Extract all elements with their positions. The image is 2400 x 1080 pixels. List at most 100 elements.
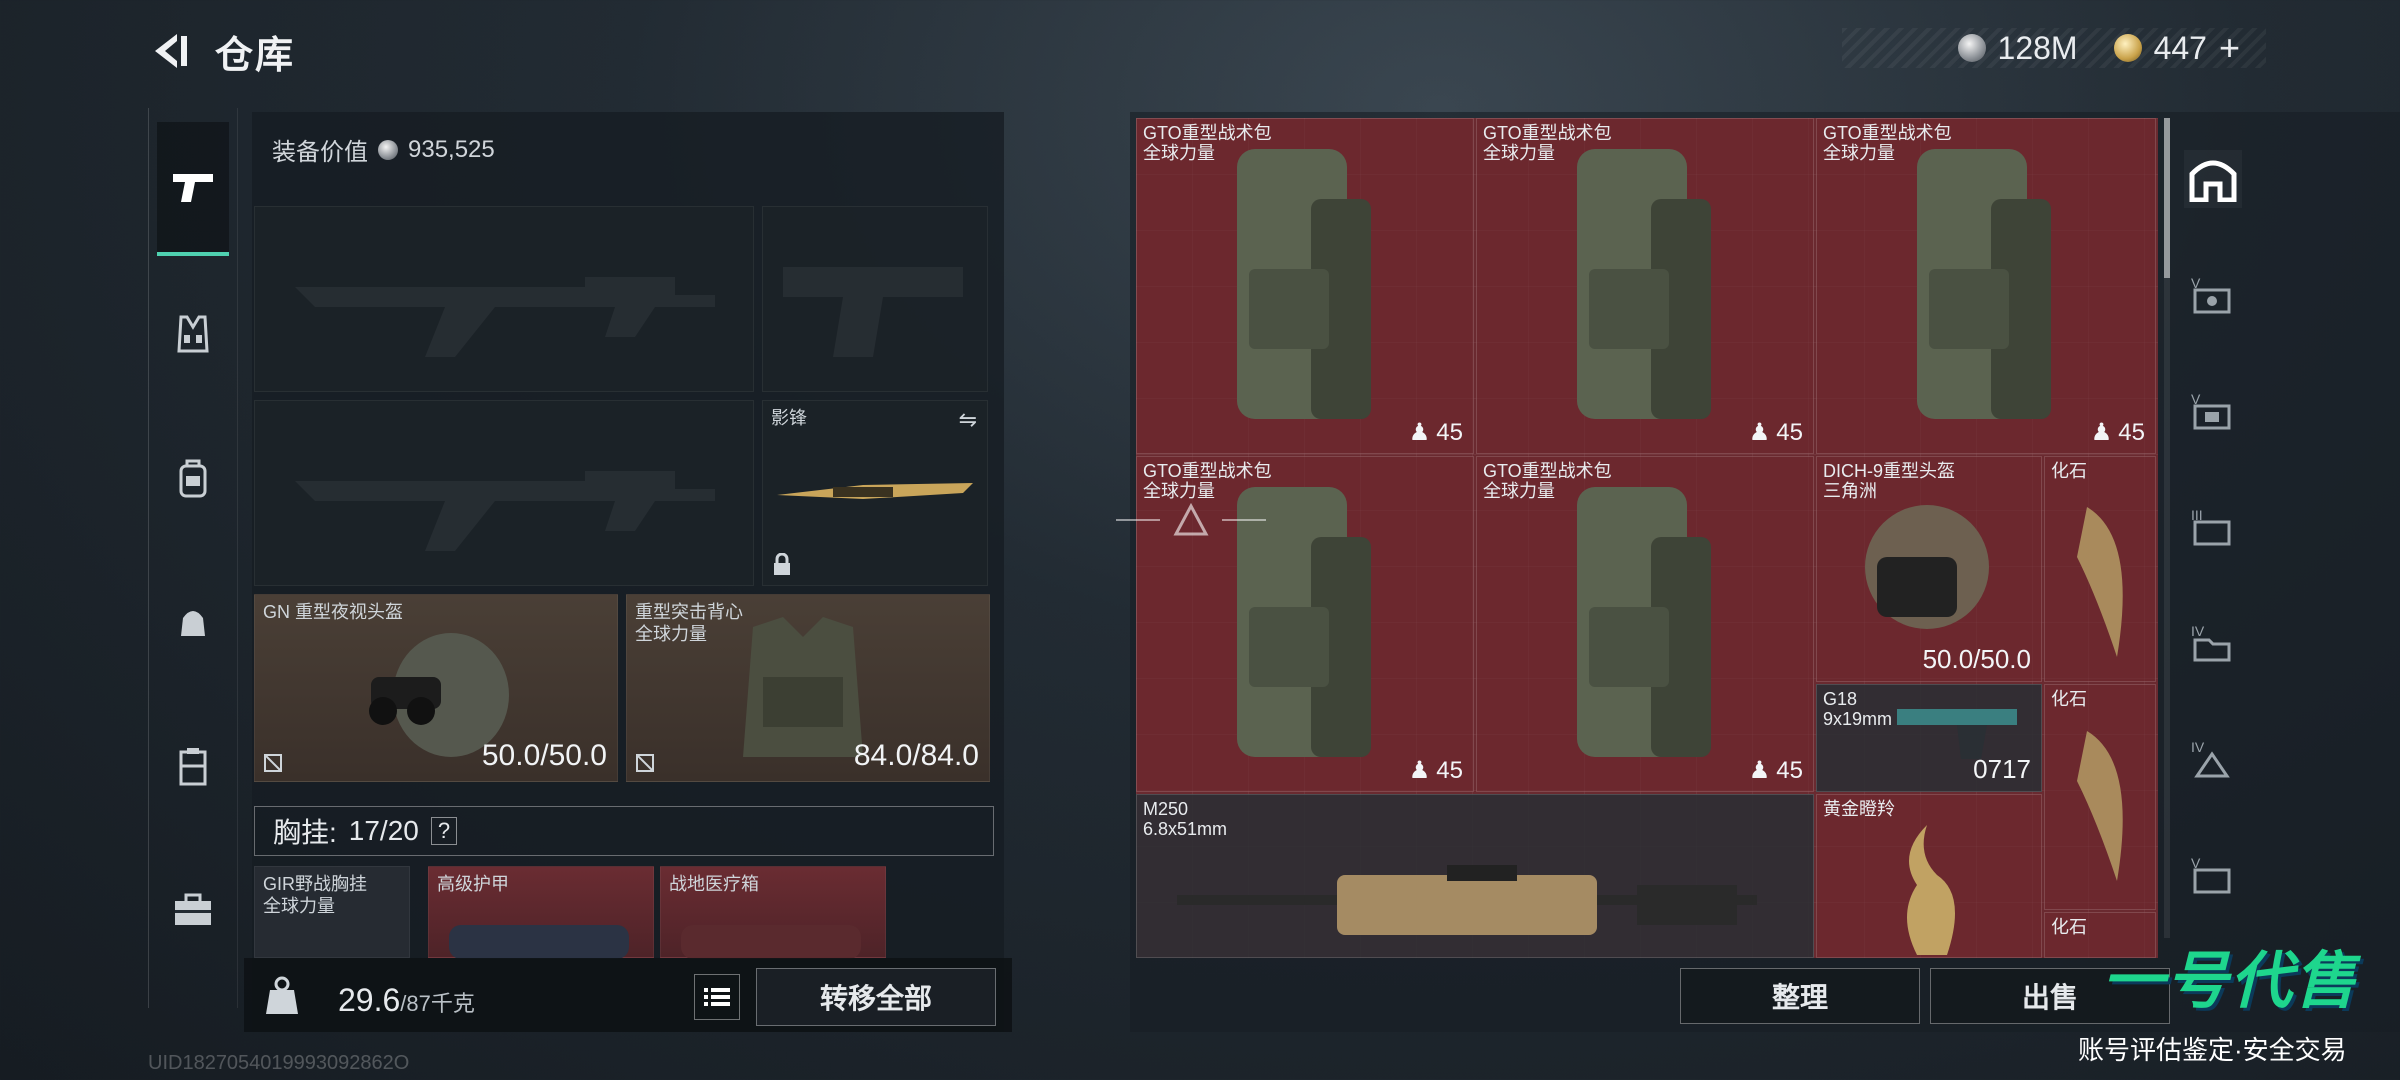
stash-item-backpack[interactable]: GTO重型战术包 全球力量 ♟ 45 (1816, 118, 2156, 454)
nav-pouch[interactable] (157, 586, 229, 658)
helmet-slot[interactable]: GN 重型夜视头盔 50.0/50.0 (254, 594, 618, 782)
category-iv-triangle[interactable]: IV (2184, 730, 2242, 788)
item-stack: 45 (1776, 756, 1803, 784)
vest-icon (177, 315, 209, 353)
category-v-misc[interactable]: V (2184, 846, 2242, 904)
stash-item-fossil[interactable]: 化石 (2044, 456, 2156, 682)
list-view-button[interactable] (694, 974, 740, 1020)
secondary-weapon-slot[interactable] (254, 400, 754, 586)
stash-item-backpack[interactable]: GTO重型战术包 全球力量 ♟ 45 (1476, 456, 1814, 792)
nav-container[interactable] (157, 730, 229, 802)
item-durability: 50.0/50.0 (1922, 644, 2031, 674)
sort-button[interactable]: 整理 (1680, 968, 1920, 1024)
stack-icon: ♟ (1748, 419, 1771, 446)
stack-icon: ♟ (2090, 419, 2113, 446)
category-all[interactable] (2184, 150, 2242, 208)
help-button[interactable]: ? (430, 817, 458, 845)
stash-item-backpack[interactable]: GTO重型战术包 全球力量 ♟ 45 (1136, 118, 1474, 454)
carry-weight-max: /87千克 (400, 991, 475, 1016)
gold-add-button[interactable]: + (2219, 27, 2240, 69)
silver-coin-icon (1957, 34, 1986, 62)
sidearm-slot[interactable] (762, 206, 988, 392)
item-name: M250 (1143, 799, 1189, 819)
nav-vest[interactable] (157, 298, 229, 370)
category-v-room[interactable]: V (2184, 382, 2242, 440)
primary-weapon-slot[interactable] (254, 206, 754, 392)
stash-item-golden-gazelle[interactable]: 黄金瞪羚 (1816, 794, 2042, 958)
left-nav (148, 108, 238, 1008)
vest-item-name: 高级护甲 (437, 874, 509, 894)
category-iv-folder[interactable]: IV (2184, 614, 2242, 672)
silver-coin-icon (378, 139, 398, 160)
folder-icon: IV (2191, 623, 2231, 662)
backpack-icon (179, 459, 207, 498)
armor-pack-icon (449, 925, 629, 959)
backpack-icon (1577, 149, 1711, 419)
carry-weight-value: 29.6 (338, 982, 401, 1018)
rifle-silhouette-icon (295, 471, 715, 551)
vest-item-name: 战地医疗箱 (669, 874, 759, 894)
vest-item-brand: 全球力量 (263, 896, 335, 916)
svg-text:IV: IV (2191, 739, 2205, 755)
weight-icon (266, 976, 298, 1014)
category-iii[interactable]: III (2184, 498, 2242, 556)
helmet-durability: 50.0/50.0 (481, 739, 607, 772)
equipment-value-label: 装备价值 (272, 139, 368, 166)
gold-currency[interactable]: 447 + (2113, 27, 2240, 69)
gold-coin-icon (2113, 34, 2142, 62)
stash-item-machine-gun[interactable]: M250 6.8x51mm (1136, 794, 1814, 958)
back-icon[interactable] (145, 28, 191, 74)
stack-icon: ♟ (1408, 757, 1431, 784)
watermark-slogan: 账号评估鉴定·安全交易 (2078, 1035, 2347, 1065)
vest-item-chest-rig[interactable]: GIR野战胸挂 全球力量 (254, 866, 410, 958)
rifle-silhouette-icon (295, 277, 715, 357)
stash-item-pistol[interactable]: G18 9x19mm 0717 (1816, 684, 2042, 792)
machine-gun-icon (1177, 865, 1757, 935)
swap-icon[interactable]: ⇋ (959, 407, 977, 433)
equipment-value-amount: 935,525 (408, 135, 495, 163)
vest-item-medkit[interactable]: 战地医疗箱 (660, 866, 886, 959)
lock-icon (774, 553, 790, 575)
stash-item-helmet[interactable]: DICH-9重型头盔 三角洲 50.0/50.0 (1816, 456, 2042, 682)
helmet-icon (1865, 505, 1989, 629)
silver-currency: 128M (1957, 29, 2078, 67)
item-name: G18 (1823, 689, 1858, 709)
no-repair-icon (636, 754, 654, 772)
pistol-icon (173, 174, 213, 202)
status-line: UID1827054019993092862O (148, 1052, 410, 1074)
backpack-icon (1917, 149, 2051, 419)
item-stack: 45 (1436, 418, 1463, 446)
currency-bar: 128M 447 + (1842, 27, 2266, 69)
transfer-indicator-icon (1116, 502, 1266, 536)
no-repair-icon (264, 754, 282, 772)
nav-case[interactable] (157, 874, 229, 946)
chest-rig-bar[interactable]: 胸挂: 17/20 ? (254, 806, 994, 856)
stash-item-fossil[interactable]: 化石 (2044, 684, 2156, 910)
golden-gazelle-icon (1907, 825, 1955, 955)
gold-amount: 447 (2153, 29, 2207, 66)
grid-scrollbar-thumb[interactable] (2164, 118, 2170, 278)
stash-house-icon (2189, 160, 2237, 202)
list-icon (704, 988, 730, 1006)
stash-item-backpack[interactable]: GTO重型战术包 全球力量 ♟ 45 (1476, 118, 1814, 454)
backpack-icon (1237, 149, 1371, 419)
armor-slot[interactable]: 重型突击背心 全球力量 84.0/84.0 (626, 594, 990, 782)
fossil-claw-icon (2077, 731, 2123, 881)
item-name: DICH-9重型头盔 (1823, 461, 1956, 481)
keycard-icon: V (2191, 275, 2231, 314)
vest-item-armor[interactable]: 高级护甲 (428, 866, 654, 959)
nav-weapons[interactable] (157, 122, 229, 256)
nav-backpack[interactable] (157, 442, 229, 514)
item-name: 化石 (2051, 689, 2087, 709)
item-caliber: 9x19mm (1823, 709, 1893, 729)
chest-rig-capacity: 17/20 (348, 815, 419, 846)
watermark: 一号代售 账号评估鉴定·安全交易 (2070, 930, 2390, 1070)
watermark-logo: 一号代售 (2101, 947, 2358, 1016)
item-name: 化石 (2051, 461, 2087, 481)
page-title: 仓库 (215, 35, 296, 77)
silver-amount: 128M (1997, 29, 2078, 66)
stash-grid: GTO重型战术包 全球力量 ♟ 45 GTO重型战术包 全球力量 ♟ 45 GTO重型战… (1136, 118, 2158, 958)
transfer-all-button[interactable]: 转移全部 (756, 968, 996, 1026)
melee-slot[interactable]: 影锋 ⇋ (762, 400, 988, 586)
category-v-keycard[interactable]: V (2184, 266, 2242, 324)
